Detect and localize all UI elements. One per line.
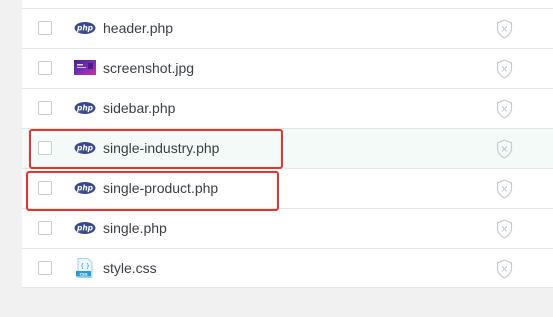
css-braces-label: { } — [80, 263, 90, 270]
file-row-style-css[interactable]: { } css style.css — [22, 248, 553, 288]
row-checkbox[interactable] — [38, 61, 52, 75]
php-file-icon: php — [74, 222, 96, 234]
php-badge-label: php — [76, 184, 94, 193]
file-row-sidebar-php[interactable]: php sidebar.php — [22, 88, 553, 128]
row-checkbox[interactable] — [38, 261, 52, 275]
shield-x-icon[interactable] — [496, 99, 513, 119]
file-row-single-php[interactable]: php single.php — [22, 208, 553, 248]
php-badge-label: php — [76, 104, 94, 113]
row-checkbox[interactable] — [38, 181, 52, 195]
php-file-icon: php — [74, 22, 96, 34]
css-file-icon: { } css — [76, 258, 93, 278]
php-badge-label: php — [76, 144, 94, 153]
php-badge-label: php — [76, 24, 94, 33]
file-name[interactable]: sidebar.php — [103, 100, 175, 116]
file-row-screenshot-jpg[interactable]: screenshot.jpg — [22, 48, 553, 88]
php-file-icon: php — [74, 182, 96, 194]
php-badge-label: php — [76, 224, 94, 233]
shield-x-icon[interactable] — [496, 19, 513, 39]
shield-x-icon[interactable] — [496, 179, 513, 199]
file-list: php header.php screenshot.jpg php sideba… — [22, 8, 553, 288]
file-name[interactable]: screenshot.jpg — [103, 60, 194, 76]
css-badge-label: css — [79, 273, 87, 278]
file-row-single-product-php[interactable]: php single-product.php — [22, 168, 553, 208]
row-checkbox[interactable] — [38, 141, 52, 155]
file-name[interactable]: single-product.php — [103, 180, 218, 196]
row-checkbox[interactable] — [38, 221, 52, 235]
file-list-panel: php header.php screenshot.jpg php sideba… — [22, 0, 553, 288]
row-checkbox[interactable] — [38, 21, 52, 35]
file-name[interactable]: single.php — [103, 220, 167, 236]
php-file-icon: php — [74, 102, 96, 114]
shield-x-icon[interactable] — [496, 219, 513, 239]
row-checkbox[interactable] — [38, 101, 52, 115]
shield-x-icon[interactable] — [496, 139, 513, 159]
shield-x-icon[interactable] — [496, 259, 513, 279]
file-name[interactable]: header.php — [103, 20, 173, 36]
file-row-single-industry-php[interactable]: php single-industry.php — [22, 128, 553, 168]
file-name[interactable]: style.css — [103, 260, 157, 276]
shield-x-icon[interactable] — [496, 59, 513, 79]
image-file-icon — [74, 60, 96, 75]
file-name[interactable]: single-industry.php — [103, 140, 219, 156]
php-file-icon: php — [74, 142, 96, 154]
file-row-header-php[interactable]: php header.php — [22, 8, 553, 48]
